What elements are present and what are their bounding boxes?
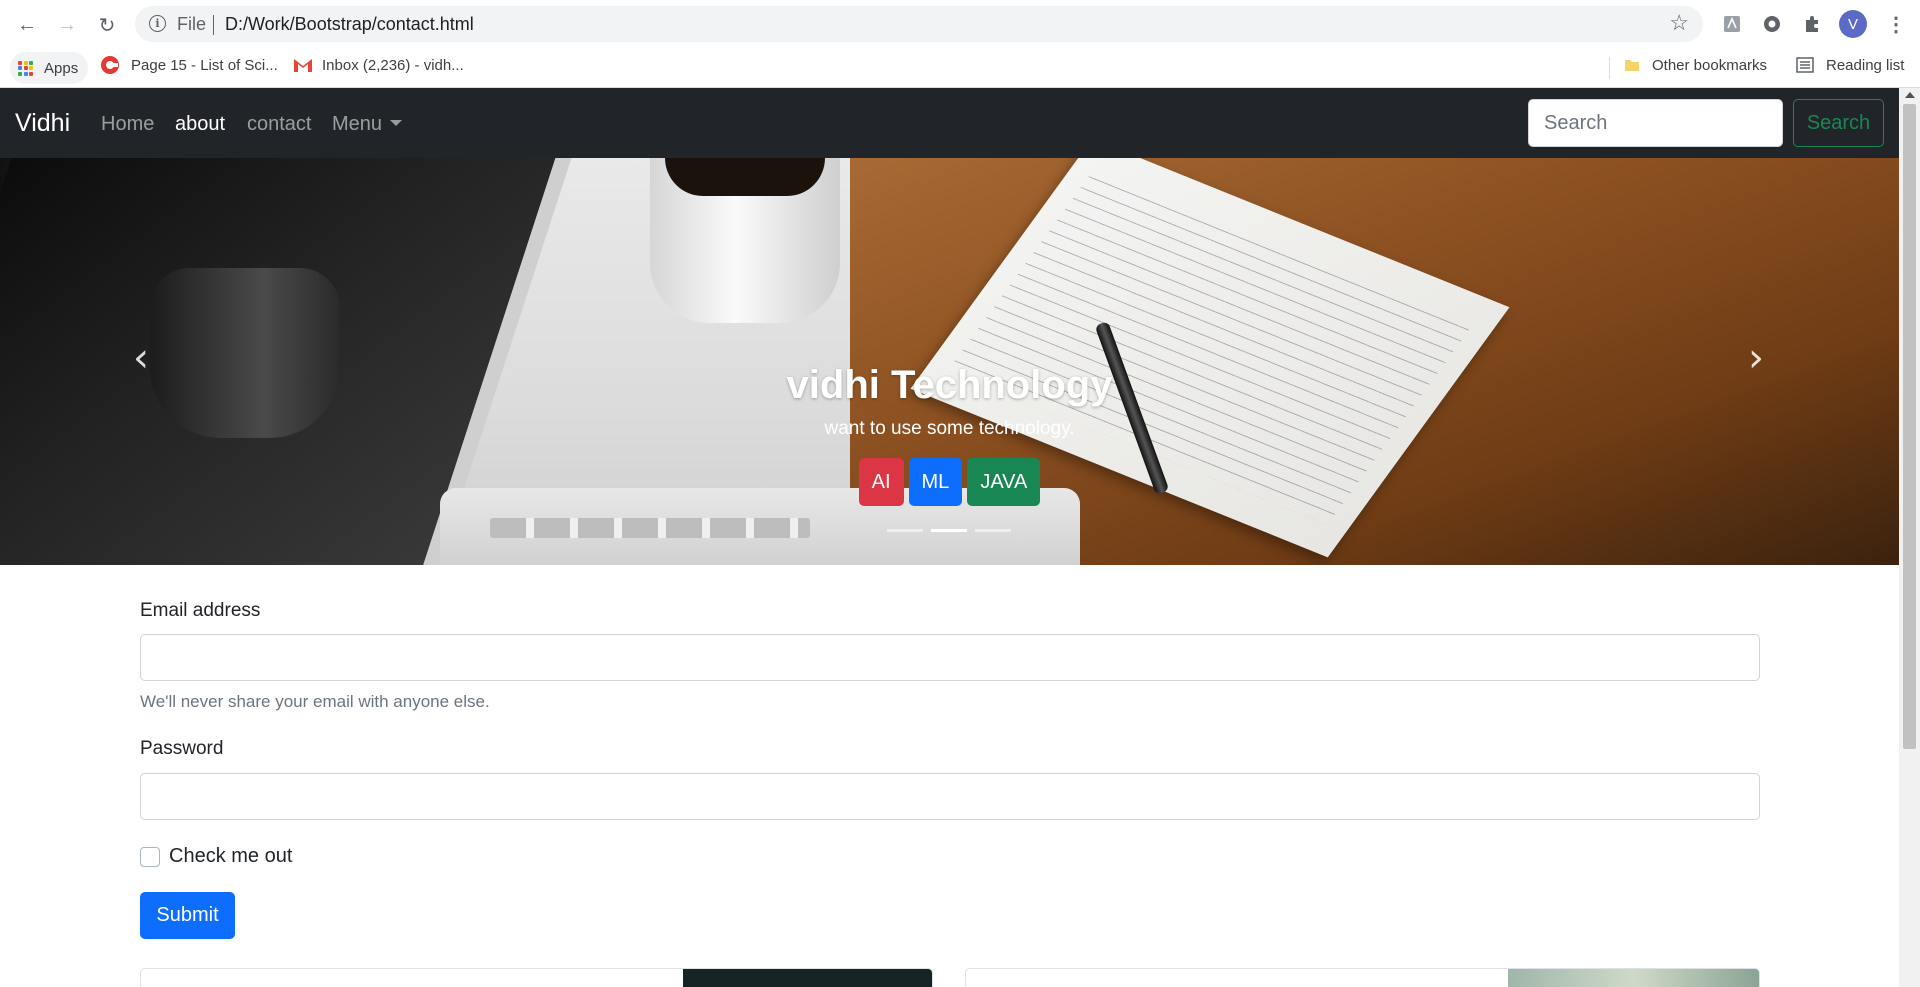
navbar-brand[interactable]: Vidhi [15,109,70,138]
bookmark-label: Inbox (2,236) - vidh... [322,56,464,74]
bookmark-label: Page 15 - List of Sci... [131,56,278,74]
carousel-indicator[interactable] [975,529,1011,532]
apps-grid-icon [18,60,33,76]
nav-contact[interactable]: contact [247,113,311,136]
site-navbar: Vidhi Home about contact Menu Search [0,88,1899,158]
reload-icon[interactable]: ↻ [93,11,121,39]
site-info-icon[interactable]: i [149,15,166,32]
password-field[interactable] [140,773,1760,820]
apps-label: Apps [44,59,79,77]
password-label: Password [140,738,224,759]
folder-icon [1625,60,1639,71]
card-right-image [1508,969,1759,987]
apps-shortcut[interactable]: Apps [10,52,88,84]
carousel-indicators [887,529,1011,532]
bookmark-page15[interactable]: Page 15 - List of Sci... [100,49,278,81]
forward-icon[interactable]: → [53,11,81,39]
java-button[interactable]: JAVA [967,458,1041,506]
other-bookmarks-label: Other bookmarks [1652,56,1768,74]
caret-down-icon [390,120,403,126]
page-viewport: Vidhi Home about contact Menu Search ‹ ›… [0,88,1920,987]
reading-list[interactable]: Reading list [1796,49,1904,81]
scroll-up-arrow-icon[interactable] [1905,92,1915,98]
other-bookmarks[interactable]: Other bookmarks [1624,49,1767,81]
search-input[interactable] [1528,99,1783,147]
caption-subtitle: want to use some technology. [824,418,1075,439]
bookmark-inbox[interactable]: Inbox (2,236) - vidh... [293,49,464,81]
check-me-out-label[interactable]: Check me out [169,845,292,868]
submit-button[interactable]: Submit [140,892,235,939]
hero-carousel: ‹ › vidhi Technology want to use some te… [0,158,1899,565]
email-label: Email address [140,600,261,621]
ai-button[interactable]: AI [858,458,904,506]
card-left-image [683,969,932,987]
nav-menu-label: Menu [332,113,383,135]
back-icon[interactable]: ← [13,11,41,39]
caption-title: vidhi Technology [786,363,1113,407]
bookmarks-divider [1609,57,1610,79]
scheme-label: File [177,14,207,34]
bookmark-star-icon[interactable]: ☆ [1669,10,1689,36]
url-text[interactable]: D:/Work/Bootstrap/contact.html [225,14,474,35]
carousel-caption: vidhi Technology want to use some techno… [0,363,1899,506]
card-right [965,968,1760,987]
extension-circle-icon[interactable] [1760,12,1784,36]
pdf-extension-icon[interactable] [1720,12,1744,36]
gmail-icon [294,59,312,72]
card-left [140,968,933,987]
scroll-thumb[interactable] [1903,104,1916,749]
carousel-indicator[interactable] [887,529,923,532]
extensions-puzzle-icon[interactable] [1800,12,1824,36]
nav-menu-dropdown[interactable]: Menu [332,113,403,136]
reading-list-label: Reading list [1826,56,1905,74]
page15-favicon-icon [101,56,119,74]
bookmarks-bar: Apps Page 15 - List of Sci... Inbox (2,2… [0,49,1920,88]
nav-about[interactable]: about [175,113,225,136]
ml-button[interactable]: ML [908,458,963,506]
carousel-indicator[interactable] [931,529,967,532]
address-separator [213,15,214,35]
profile-avatar[interactable]: V [1839,10,1867,38]
check-me-out-checkbox[interactable] [140,847,160,867]
browser-menu-icon[interactable]: ⋮ [1886,12,1906,37]
search-button[interactable]: Search [1793,99,1884,147]
reading-list-icon [1796,57,1814,73]
address-bar[interactable]: i File D:/Work/Bootstrap/contact.html ☆ [135,6,1703,42]
email-field[interactable] [140,634,1760,681]
page-scrollbar[interactable] [1899,88,1920,987]
email-help-text: We'll never share your email with anyone… [140,692,490,711]
browser-toolbar: ← → ↻ i File D:/Work/Bootstrap/contact.h… [0,0,1920,49]
nav-home[interactable]: Home [101,113,154,136]
